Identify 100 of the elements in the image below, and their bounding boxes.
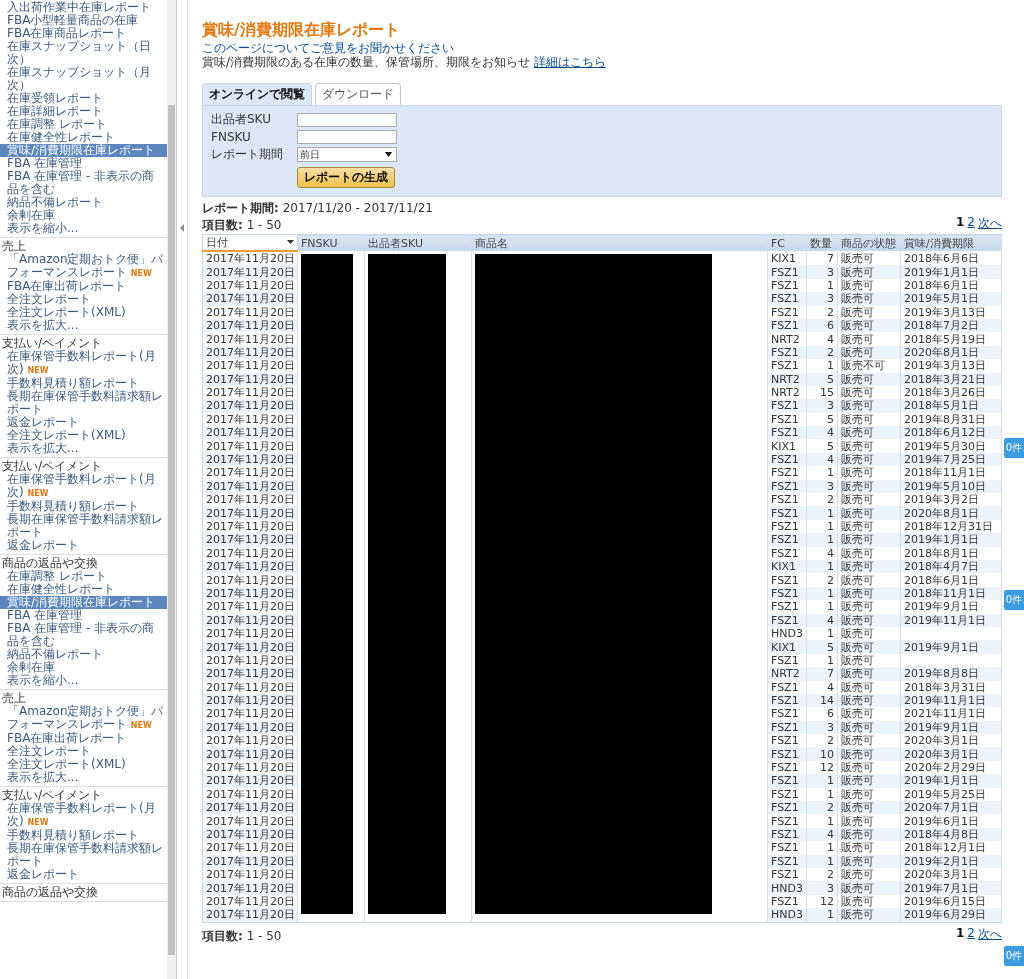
input-field[interactable] [297, 112, 397, 127]
column-header[interactable]: 商品の状態 [837, 234, 901, 251]
sidebar-item[interactable]: 在庫詳細レポート [0, 105, 167, 118]
sidebar-item[interactable]: 長期在庫保管手数料請求額レポート [0, 390, 167, 416]
sidebar-item[interactable]: 手数料見積り額レポート [0, 377, 167, 390]
table-cell: 2020年8月1日 [904, 345, 979, 359]
column-header[interactable]: 出品者SKU [364, 234, 472, 251]
table-cell: 1 [827, 466, 834, 480]
sidebar-item[interactable]: 賞味/消費期限在庫レポート [0, 144, 167, 157]
page-link[interactable]: 1 [956, 925, 965, 943]
table-cell: 2017年11月20日 [206, 747, 295, 761]
sidebar-item[interactable]: 在庫スナップショット（日次） [0, 40, 167, 66]
page-title: 賞味/消費期限在庫レポート [202, 20, 401, 39]
table-cell: 2017年11月20日 [206, 613, 295, 627]
sidebar-item[interactable]: FBA 在庫管理 [0, 157, 167, 170]
caret-icon[interactable] [287, 240, 294, 244]
sidebar-item[interactable]: FBA 在庫管理 - 非表示の商品を含む [0, 170, 167, 196]
collapse-handle-icon[interactable] [179, 222, 185, 234]
table-cell: 2017年11月20日 [206, 774, 295, 788]
sidebar-item[interactable]: 返金レポート [0, 539, 167, 552]
table-cell: 1 [827, 600, 834, 614]
generate-button[interactable]: レポートの生成 [297, 167, 395, 188]
sidebar-item[interactable]: 納品不備レポート [0, 648, 167, 661]
input-field[interactable] [297, 130, 397, 144]
column-header[interactable]: 賞味/消費期限 [900, 234, 1002, 251]
sidebar-item[interactable]: 長期在庫保管手数料請求額レポート [0, 513, 167, 539]
table-cell: 販売可 [841, 466, 874, 480]
sidebar-item[interactable]: 表示を拡大... [0, 319, 167, 332]
sidebar-item[interactable]: 全注文レポート(XML) [0, 306, 167, 319]
sidebar-item[interactable]: 在庫保管手数料レポート(月次) NEW [0, 350, 167, 377]
sidebar-item[interactable]: 納品不備レポート [0, 196, 167, 209]
tab[interactable]: ダウンロード [315, 83, 401, 105]
table-cell: 販売可 [841, 627, 874, 641]
table-cell: 2019年9月1日 [904, 640, 979, 654]
sidebar-item[interactable]: 全注文レポート(XML) [0, 758, 167, 771]
table-cell: 2019年7月1日 [904, 881, 979, 895]
column-header[interactable]: FC [767, 234, 807, 251]
sidebar-item[interactable]: 賞味/消費期限在庫レポート [0, 596, 167, 609]
sidebar-item[interactable]: 「Amazon定期おトク便」パフォーマンスレポート NEW [0, 705, 167, 732]
dropdown[interactable]: 前日 [297, 147, 397, 162]
page-link[interactable]: 2 [967, 925, 975, 943]
sidebar-item[interactable]: FBA 在庫管理 - 非表示の商品を含む [0, 622, 167, 648]
column-header[interactable]: 日付 [202, 234, 298, 251]
sidebar-item[interactable]: 余剰在庫 [0, 209, 167, 222]
sidebar-item[interactable]: 全注文レポート(XML) [0, 429, 167, 442]
sidebar-item[interactable]: 在庫調整 レポート [0, 118, 167, 131]
table-cell: 2020年7月1日 [904, 801, 979, 815]
sidebar-item[interactable]: 在庫健全性レポート [0, 131, 167, 144]
table-cell: 販売不可 [841, 359, 885, 373]
table-cell: 2017年11月20日 [206, 319, 295, 333]
sidebar-item[interactable]: 表示を拡大... [0, 771, 167, 784]
sidebar-item[interactable]: 入出荷作業中在庫レポート [0, 1, 167, 14]
feedback-link[interactable]: このページについてご意見をお聞かせください [202, 41, 454, 55]
sidebar-item[interactable]: 在庫保管手数料レポート(月次) NEW [0, 802, 167, 829]
details-link[interactable]: 詳細はこちら [533, 55, 606, 69]
sidebar-item[interactable]: 在庫保管手数料レポート(月次) NEW [0, 473, 167, 500]
sidebar-item[interactable]: 在庫受領レポート [0, 92, 167, 105]
sidebar-item[interactable]: 全注文レポート [0, 293, 167, 306]
page-link[interactable]: 次へ [978, 925, 1002, 943]
dropdown-arrow-icon[interactable] [385, 152, 392, 157]
sidebar-item[interactable]: 表示を縮小... [0, 222, 167, 235]
sidebar-item[interactable]: 全注文レポート [0, 745, 167, 758]
sidebar-item[interactable]: 表示を縮小... [0, 674, 167, 687]
sidebar-item[interactable]: 手数料見積り額レポート [0, 829, 167, 842]
sidebar-item[interactable]: FBA在庫商品レポート [0, 27, 167, 40]
sidebar-item[interactable]: FBA 在庫管理 [0, 609, 167, 622]
new-label: NEW [27, 489, 49, 498]
page-link[interactable]: 1 [956, 215, 965, 232]
sidebar-item[interactable]: 余剰在庫 [0, 661, 167, 674]
column-header[interactable]: 数量 [806, 234, 838, 251]
sidebar-item[interactable]: 在庫調整 レポート [0, 570, 167, 583]
report-period: レポート期間: 2017/11/20 - 2017/11/21 [202, 201, 434, 215]
table-cell: FSZ1 [771, 426, 799, 440]
sidebar-item[interactable]: 返金レポート [0, 416, 167, 429]
sidebar-item[interactable]: FBA在庫出荷レポート [0, 280, 167, 293]
table-cell: 2018年12月1日 [904, 841, 986, 855]
page-link[interactable]: 次へ [978, 215, 1002, 232]
sidebar-item[interactable]: 「Amazon定期おトク便」パフォーマンスレポート NEW [0, 253, 167, 280]
column-header[interactable]: 商品名 [471, 234, 768, 251]
sidebar-item[interactable]: 手数料見積り額レポート [0, 500, 167, 513]
table-cell: FSZ1 [771, 653, 799, 667]
sidebar-item[interactable]: 在庫スナップショット（月次） [0, 66, 167, 92]
sidebar-item[interactable]: FBA在庫出荷レポート [0, 732, 167, 745]
sidebar-item[interactable]: FBA小型軽量商品の在庫 [0, 14, 167, 27]
tab[interactable]: オンラインで閲覧 [202, 83, 312, 105]
table-cell: NRT2 [771, 667, 800, 681]
table-cell: 2019年3月13日 [904, 359, 986, 373]
table-cell: FSZ1 [771, 894, 799, 908]
table-cell: 2019年8月31日 [904, 412, 986, 426]
page-link[interactable]: 2 [967, 215, 975, 232]
table-cell: 販売可 [841, 747, 874, 761]
table-cell: 2019年11月1日 [904, 613, 986, 627]
field-label: レポート期間 [211, 146, 284, 163]
table-cell: 2018年7月2日 [904, 319, 979, 333]
column-header[interactable]: FNSKU [297, 234, 365, 251]
table-cell: 2017年11月20日 [206, 841, 295, 855]
sidebar-item[interactable]: 表示を拡大... [0, 442, 167, 455]
sidebar-item[interactable]: 在庫健全性レポート [0, 583, 167, 596]
sidebar-item[interactable]: 返金レポート [0, 868, 167, 881]
sidebar-item[interactable]: 長期在庫保管手数料請求額レポート [0, 842, 167, 868]
